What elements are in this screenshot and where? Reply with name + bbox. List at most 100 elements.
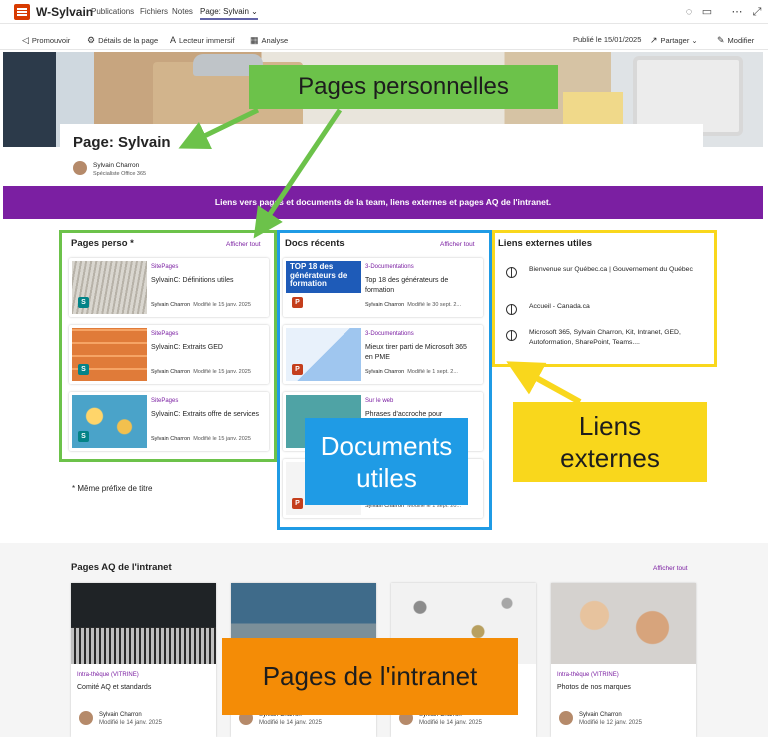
news-card[interactable]: Intra-thèque (VITRINE) Photos de nos mar…	[551, 583, 696, 737]
card-title: Mieux tirer parti de Microsoft 365 en PM…	[365, 344, 467, 361]
thumb-caption: TOP 18 des générateurs de formation	[290, 262, 348, 288]
analytics-icon: ▦	[250, 35, 259, 45]
callout-links-line2: externes	[560, 443, 660, 473]
card-author: Sylvain Charron	[99, 712, 142, 718]
tab-page-sylvain[interactable]: Page: Sylvain ⌄	[200, 7, 258, 20]
avatar[interactable]	[73, 161, 87, 175]
card-author: Sylvain Charron	[151, 302, 191, 308]
card-meta: Sylvain Charron Modifié le 15 janv. 2025	[151, 302, 251, 308]
list-item[interactable]: S SitePages SylvainC: Extraits offre de …	[69, 392, 269, 451]
expand-icon[interactable]: ⤢	[750, 5, 764, 19]
thumbnail: S	[72, 328, 147, 381]
card-meta: Sylvain Charron Modifié le 30 sept. 2...	[365, 302, 461, 308]
card-meta: Sylvain Charron Modifié le 1 sept. 2...	[365, 369, 458, 375]
app-logo-icon[interactable]	[14, 4, 30, 20]
news-card[interactable]: Intra-thèque (VITRINE) Comité AQ et stan…	[71, 583, 216, 737]
card-date: Modifié le 12 janv. 2025	[579, 720, 642, 726]
avatar	[559, 711, 573, 725]
megaphone-icon: ◁	[22, 35, 29, 45]
card-author: Sylvain Charron	[365, 369, 405, 375]
powerpoint-icon: P	[292, 297, 303, 308]
globe-icon	[506, 330, 517, 341]
pages-perso-title: Pages perso *	[71, 238, 134, 249]
callout-docs-line2: utiles	[356, 462, 417, 493]
command-bar: ◁ Promouvoir ⚙ Détails de la page A Lecteur…	[0, 26, 768, 50]
card-tag: SitePages	[151, 331, 179, 337]
chat-icon[interactable]: ◌	[682, 5, 696, 19]
card-tag: 3-Documentations	[365, 331, 414, 337]
card-author: Sylvain Charron	[151, 369, 191, 375]
card-title: Photos de nos marques	[557, 684, 631, 691]
docs-title: Docs récents	[285, 238, 345, 249]
pages-perso-see-all[interactable]: Afficher tout	[226, 241, 261, 248]
tab-label: Page: Sylvain	[200, 7, 249, 16]
card-tag: Intra-thèque (VITRINE)	[557, 672, 619, 678]
page-title: Page: Sylvain	[73, 134, 171, 151]
card-title: SylvainC: Extraits GED	[151, 344, 223, 351]
site-name[interactable]: W-Sylvain	[36, 5, 93, 19]
sharepoint-icon: S	[78, 297, 89, 308]
aq-title: Pages AQ de l'intranet	[71, 562, 172, 573]
card-title: Comité AQ et standards	[77, 684, 152, 691]
page-details-button[interactable]: ⚙ Détails de la page	[87, 35, 158, 46]
tab-notes[interactable]: Notes	[172, 7, 193, 16]
link-label: Bienvenue sur Québec.ca | Gouvernement d…	[529, 266, 693, 273]
card-tag: SitePages	[151, 264, 179, 270]
immersive-reader-label: Lecteur immersif	[179, 36, 235, 45]
card-tag: SitePages	[151, 398, 179, 404]
video-icon[interactable]: ▭	[700, 5, 714, 19]
author-name[interactable]: Sylvain Charron	[93, 162, 139, 169]
promote-label: Promouvoir	[31, 36, 71, 45]
top-bar: W-Sylvain Publications Fichiers Notes Pa…	[0, 0, 768, 24]
powerpoint-icon: P	[292, 364, 303, 375]
immersive-reader-button[interactable]: A Lecteur immersif	[170, 35, 234, 45]
links-title: Liens externes utiles	[498, 238, 592, 249]
list-item[interactable]: S SitePages SylvainC: Définitions utiles…	[69, 258, 269, 317]
edit-label: Modifier	[727, 36, 755, 45]
card-tag: Intra-thèque (VITRINE)	[77, 672, 139, 678]
more-icon[interactable]: ⋯	[730, 5, 744, 19]
globe-icon	[506, 304, 517, 315]
reader-icon: A	[170, 35, 177, 45]
tab-publications[interactable]: Publications	[91, 7, 134, 16]
external-link[interactable]: Microsoft 365, Sylvain Charron, Kit, Int…	[500, 328, 710, 350]
card-date: Modifié le 30 sept. 2...	[407, 302, 462, 308]
analytics-button[interactable]: ▦ Analyse	[250, 35, 288, 46]
share-icon: ↗	[650, 35, 658, 45]
arrow-to-links	[506, 361, 582, 405]
list-item[interactable]: S SitePages SylvainC: Extraits GED Sylva…	[69, 325, 269, 384]
sharepoint-icon: S	[78, 364, 89, 375]
card-date: Modifié le 14 janv. 2025	[99, 720, 162, 726]
card-title: Top 18 des générateurs de formation	[365, 277, 449, 294]
promote-button[interactable]: ◁ Promouvoir	[22, 35, 70, 46]
share-button[interactable]: ↗ Partager ⌄	[650, 35, 698, 46]
tab-fichiers[interactable]: Fichiers	[140, 7, 168, 16]
card-date: Modifié le 15 janv. 2025	[193, 369, 251, 375]
link-label: Microsoft 365, Sylvain Charron, Kit, Int…	[529, 329, 681, 346]
card-image	[551, 583, 696, 664]
info-banner-text: Liens vers pages et documents de la team…	[214, 197, 552, 207]
link-label: Accueil - Canada.ca	[529, 303, 590, 310]
card-author: Sylvain Charron	[151, 436, 191, 442]
card-meta: Sylvain Charron Modifié le 15 janv. 2025	[151, 369, 251, 375]
gear-icon: ⚙	[87, 35, 96, 45]
list-item[interactable]: TOP 18 des générateurs de formation P 3-…	[283, 258, 483, 317]
card-tag: Sur le web	[365, 398, 394, 404]
thumbnail: S	[72, 261, 147, 314]
card-image	[71, 583, 216, 664]
edit-button[interactable]: ✎ Modifier	[717, 35, 754, 46]
card-date: Modifié le 14 janv. 2025	[259, 720, 322, 726]
aq-see-all[interactable]: Afficher tout	[653, 565, 688, 572]
thumbnail: TOP 18 des générateurs de formation P	[286, 261, 361, 314]
page-details-label: Détails de la page	[98, 36, 159, 45]
callout-intranet: Pages de l'intranet	[222, 638, 518, 715]
docs-see-all[interactable]: Afficher tout	[440, 241, 475, 248]
globe-icon	[506, 267, 517, 278]
external-link[interactable]: Bienvenue sur Québec.ca | Gouvernement d…	[500, 265, 710, 287]
callout-links-line1: Liens	[578, 411, 642, 441]
external-link[interactable]: Accueil - Canada.ca	[500, 302, 710, 315]
callout-pages-perso: Pages personnelles	[249, 65, 558, 109]
card-date: Modifié le 1 sept. 2...	[407, 369, 458, 375]
list-item[interactable]: P 3-Documentations Mieux tirer parti de …	[283, 325, 483, 384]
thumbnail: P	[286, 328, 361, 381]
